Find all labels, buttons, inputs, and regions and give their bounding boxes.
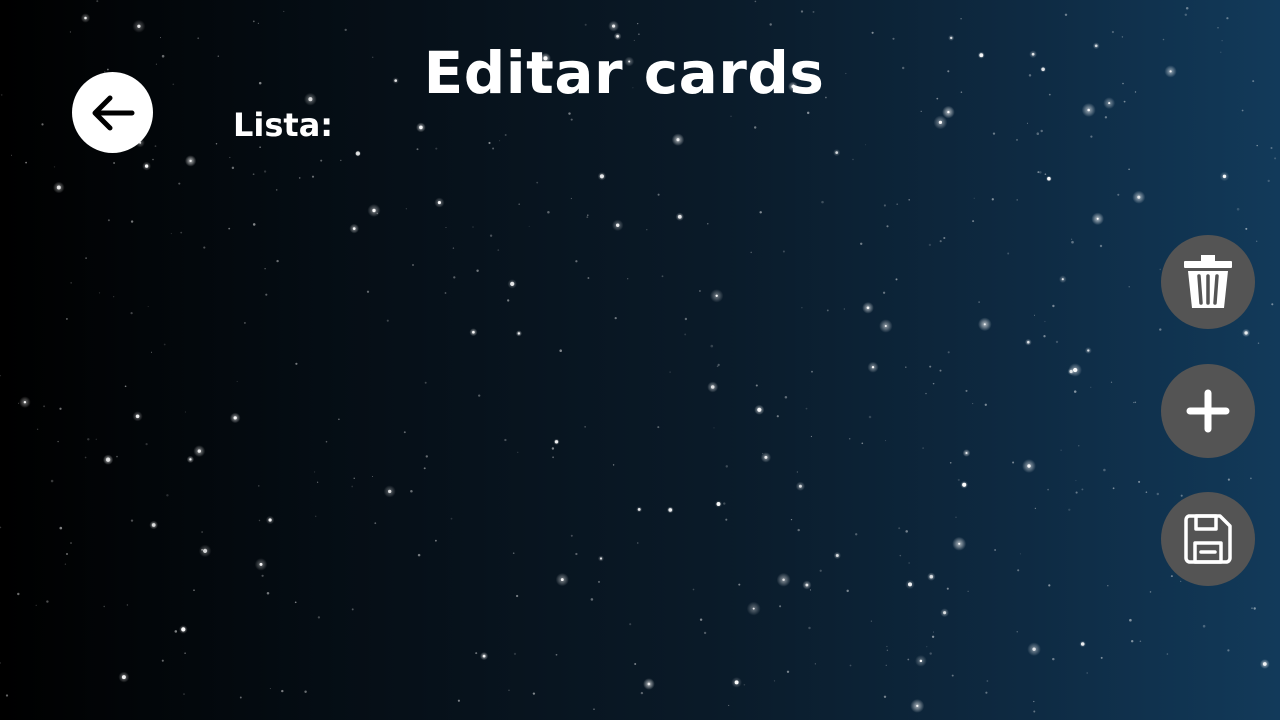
back-button[interactable] bbox=[72, 72, 153, 153]
starfield-background bbox=[0, 0, 1277, 713]
plus-icon bbox=[1186, 389, 1230, 433]
floppy-disk-icon bbox=[1183, 513, 1233, 565]
list-label: Lista: bbox=[233, 106, 334, 144]
delete-button[interactable] bbox=[1161, 235, 1255, 329]
arrow-left-icon bbox=[88, 93, 138, 133]
add-button[interactable] bbox=[1161, 364, 1255, 458]
page-title: Editar cards bbox=[423, 39, 825, 107]
save-button[interactable] bbox=[1161, 492, 1255, 586]
trash-icon bbox=[1182, 253, 1234, 311]
